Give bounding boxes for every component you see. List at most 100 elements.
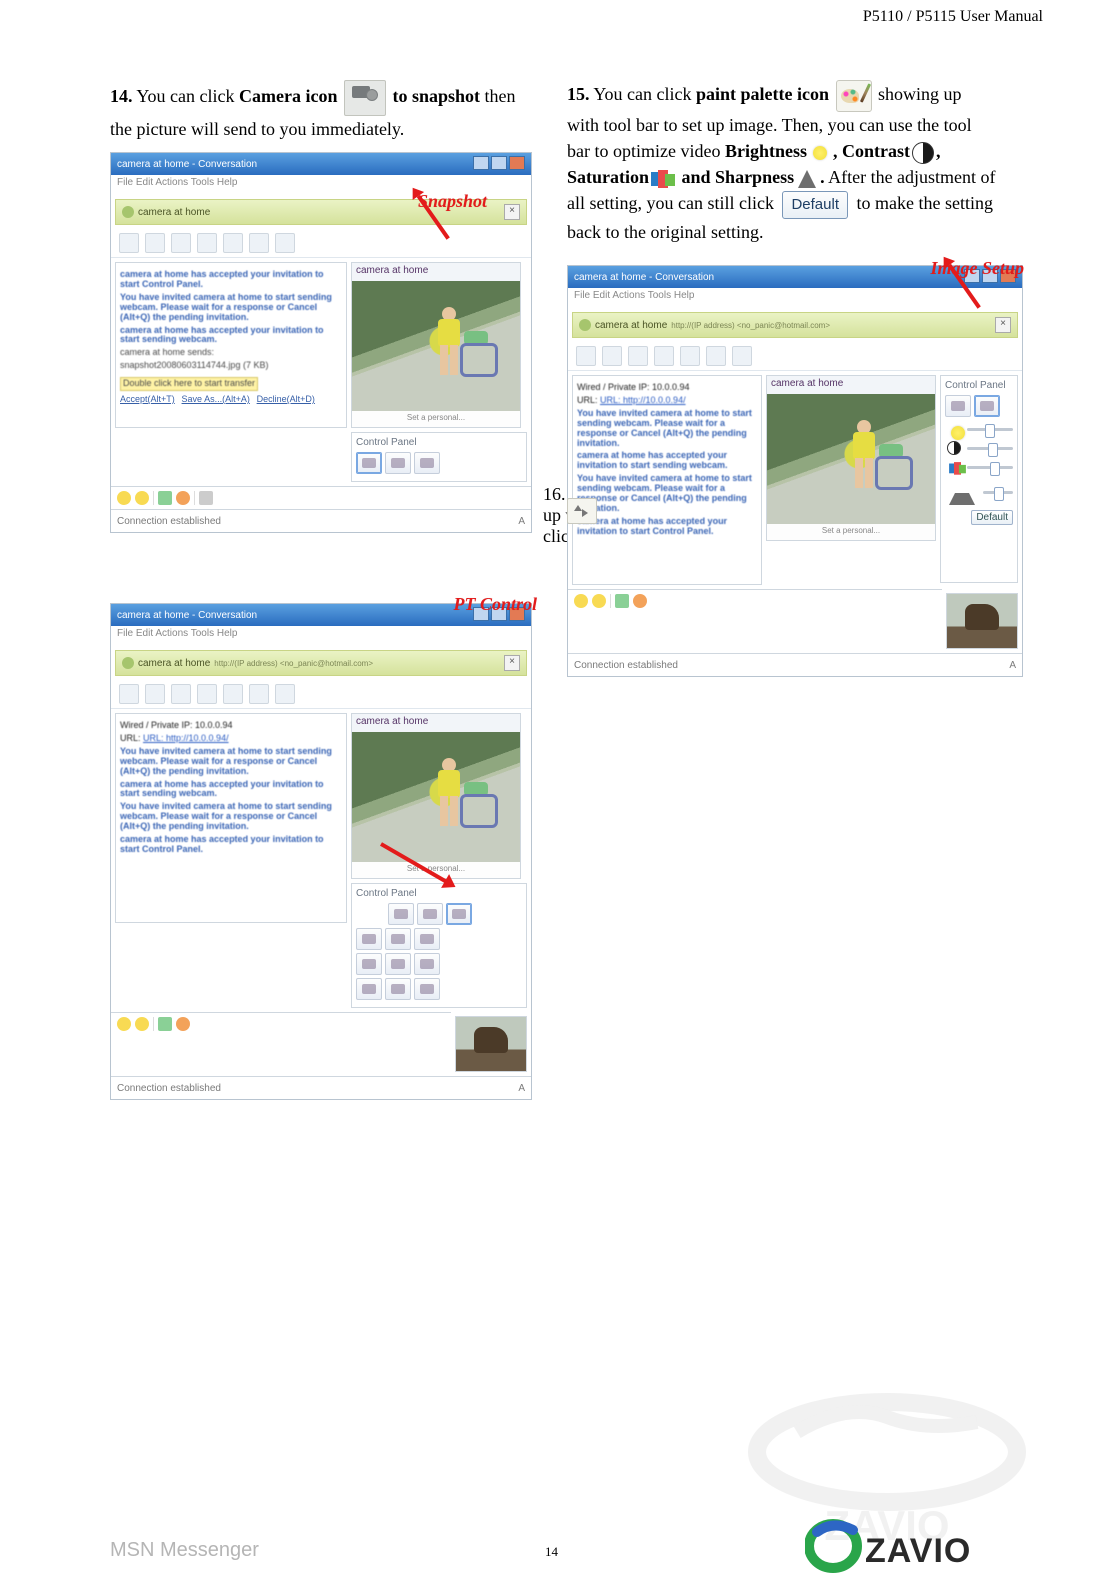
emoticon-icon[interactable] bbox=[176, 491, 190, 505]
toolbar-btn[interactable] bbox=[223, 233, 243, 253]
emoticon-icon[interactable] bbox=[615, 594, 629, 608]
toolbar-btn[interactable] bbox=[249, 684, 269, 704]
file-transfer-prompt[interactable]: Double click here to start transfer bbox=[120, 377, 258, 391]
toolbar-btn[interactable] bbox=[197, 233, 217, 253]
video-foot: Set a personal... bbox=[352, 411, 520, 427]
emoticon-icon[interactable] bbox=[176, 1017, 190, 1031]
pt-arrow-ur[interactable] bbox=[414, 928, 440, 950]
control-panel-image: Control Panel bbox=[940, 375, 1018, 583]
palette-button[interactable] bbox=[974, 395, 1000, 417]
accept-link[interactable]: Accept(Alt+T) bbox=[120, 394, 175, 404]
status-right: A bbox=[518, 1083, 525, 1094]
video-panel: camera at home Set a personal... bbox=[766, 375, 936, 541]
toolbar-btn[interactable] bbox=[732, 346, 752, 366]
contactbar-close[interactable]: × bbox=[504, 655, 520, 671]
chat-line: camera at home has accepted your invitat… bbox=[120, 835, 342, 855]
statusbar: Connection established A bbox=[111, 509, 531, 532]
walker-figure bbox=[875, 444, 907, 488]
sharpness-slider[interactable] bbox=[945, 479, 1013, 505]
emoticon-icon[interactable] bbox=[158, 1017, 172, 1031]
chat-url-link[interactable]: URL: http://10.0.0.94/ bbox=[600, 395, 686, 405]
toolbar-btn[interactable] bbox=[654, 346, 674, 366]
decline-link[interactable]: Decline(Alt+D) bbox=[257, 394, 315, 404]
avatar-thumb bbox=[455, 1016, 527, 1072]
snapshot-button[interactable] bbox=[388, 903, 414, 925]
pt-arrow-l[interactable] bbox=[356, 953, 382, 975]
tool-icon[interactable] bbox=[199, 491, 213, 505]
chat-log: camera at home has accepted your invitat… bbox=[115, 262, 347, 428]
toolbar-btn[interactable] bbox=[275, 233, 295, 253]
status-text: Connection established bbox=[574, 660, 678, 671]
pt-arrow-dl[interactable] bbox=[356, 978, 382, 1000]
window-title: camera at home - Conversation bbox=[117, 610, 257, 621]
lower-row bbox=[568, 589, 1022, 653]
logo: ZAVIO bbox=[805, 1518, 1025, 1578]
default-button-panel[interactable]: Default bbox=[971, 510, 1013, 525]
saturation-slider[interactable] bbox=[945, 460, 1013, 474]
pt-button[interactable] bbox=[446, 903, 472, 925]
toolbar-btn[interactable] bbox=[275, 684, 295, 704]
palette-button[interactable] bbox=[417, 903, 443, 925]
pt-arrow-dr[interactable] bbox=[414, 978, 440, 1000]
contrast-slider[interactable] bbox=[945, 441, 1013, 455]
pt-arrow-ul[interactable] bbox=[356, 928, 382, 950]
pt-center[interactable] bbox=[385, 953, 411, 975]
toolbar-btn[interactable] bbox=[145, 684, 165, 704]
emoticon-icon[interactable] bbox=[117, 491, 131, 505]
snapshot-button[interactable] bbox=[945, 395, 971, 417]
sharpness-icon bbox=[949, 479, 975, 505]
toolbar-btn[interactable] bbox=[119, 233, 139, 253]
contact-name: camera at home bbox=[138, 658, 210, 669]
toolbar-btn[interactable] bbox=[706, 346, 726, 366]
content-columns: 14. You can click Camera icon to snapsho… bbox=[110, 80, 995, 1100]
toolbar-btn[interactable] bbox=[197, 684, 217, 704]
contact-name: camera at home bbox=[595, 320, 667, 331]
emoticon-icon[interactable] bbox=[117, 1017, 131, 1031]
status-text: Connection established bbox=[117, 516, 221, 527]
contactbar-close[interactable]: × bbox=[995, 317, 1011, 333]
saturation-icon bbox=[651, 170, 675, 188]
chat-url-link[interactable]: URL: http://10.0.0.94/ bbox=[143, 733, 229, 743]
cp-button[interactable] bbox=[414, 452, 440, 474]
toddler-figure bbox=[432, 758, 462, 830]
logo-text: ZAVIO bbox=[865, 1532, 971, 1570]
emoticon-row bbox=[568, 589, 942, 612]
chat-line: snapshot20080603114744.jpg (7 KB) bbox=[120, 361, 342, 371]
pt-arrow-r[interactable] bbox=[414, 953, 440, 975]
emoticon-icon[interactable] bbox=[592, 594, 606, 608]
toolbar-btn[interactable] bbox=[171, 684, 191, 704]
window-title: camera at home - Conversation bbox=[117, 159, 257, 170]
contactbar-close[interactable]: × bbox=[504, 204, 520, 220]
pt-arrow-d[interactable] bbox=[385, 978, 411, 1000]
window-menubar: File Edit Actions Tools Help bbox=[568, 288, 1022, 308]
contact-bar: camera at home http://(IP address) <no_p… bbox=[115, 650, 527, 676]
right-pane: camera at home Set a personal... bbox=[766, 375, 936, 585]
statusbar: Connection established A bbox=[111, 1076, 531, 1099]
paint-palette-icon bbox=[836, 80, 872, 112]
brightness-slider[interactable] bbox=[945, 422, 1013, 436]
pt-arrow-u[interactable] bbox=[385, 928, 411, 950]
emoticon-icon[interactable] bbox=[574, 594, 588, 608]
toolbar-btn[interactable] bbox=[249, 233, 269, 253]
default-button[interactable]: Default bbox=[782, 191, 848, 219]
emoticon-icon[interactable] bbox=[135, 1017, 149, 1031]
statusbar: Connection established A bbox=[568, 653, 1022, 676]
step16-num: 16. bbox=[543, 484, 566, 504]
toolbar-btn[interactable] bbox=[680, 346, 700, 366]
emoticon-icon[interactable] bbox=[135, 491, 149, 505]
cp-button[interactable] bbox=[385, 452, 411, 474]
emoticon-icon[interactable] bbox=[633, 594, 647, 608]
emoticon-icon[interactable] bbox=[158, 491, 172, 505]
toolbar-btn[interactable] bbox=[628, 346, 648, 366]
toolbar-btn[interactable] bbox=[119, 684, 139, 704]
sharpness-icon bbox=[798, 170, 816, 188]
toolbar-btn[interactable] bbox=[145, 233, 165, 253]
snapshot-button[interactable] bbox=[356, 452, 382, 474]
toolbar-btn[interactable] bbox=[576, 346, 596, 366]
presence-icon bbox=[122, 657, 134, 669]
toolbar-btn[interactable] bbox=[171, 233, 191, 253]
saveas-link[interactable]: Save As...(Alt+A) bbox=[182, 394, 250, 404]
avatar-thumb bbox=[946, 593, 1018, 649]
toolbar-btn[interactable] bbox=[602, 346, 622, 366]
toolbar-btn[interactable] bbox=[223, 684, 243, 704]
